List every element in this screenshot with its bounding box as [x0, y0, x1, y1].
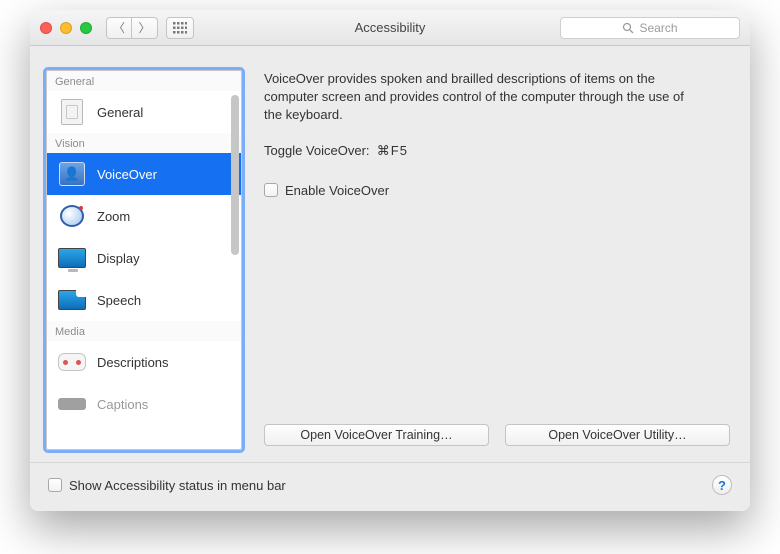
sidebar-item-label: Captions	[97, 397, 148, 412]
sidebar-item-label: General	[97, 105, 143, 120]
sidebar-item-speech[interactable]: Speech	[47, 279, 241, 321]
enable-voiceover-label: Enable VoiceOver	[285, 183, 389, 198]
chevron-right-icon: 〉	[138, 19, 150, 36]
toggle-shortcut: ⌘F5	[377, 143, 408, 158]
grid-icon	[173, 22, 187, 34]
voiceover-icon: 👤	[57, 160, 87, 188]
chevron-left-icon: 〈	[113, 19, 125, 36]
toggle-label: Toggle VoiceOver:	[264, 143, 370, 158]
sidebar-item-label: Descriptions	[97, 355, 169, 370]
search-input[interactable]: Search	[560, 17, 740, 39]
enable-voiceover-row[interactable]: Enable VoiceOver	[264, 183, 730, 198]
toggle-shortcut-line: Toggle VoiceOver: ⌘F5	[264, 143, 730, 159]
sidebar-item-label: Zoom	[97, 209, 130, 224]
show-status-checkbox[interactable]	[48, 478, 62, 492]
show-status-label: Show Accessibility status in menu bar	[69, 478, 286, 493]
speech-icon	[57, 286, 87, 314]
nav-buttons: 〈 〉	[106, 17, 158, 39]
sidebar-section-vision: Vision	[47, 133, 241, 153]
traffic-lights	[40, 22, 92, 34]
zoom-icon	[57, 202, 87, 230]
descriptions-icon	[57, 348, 87, 376]
window: 〈 〉 Accessibility Search General	[30, 10, 750, 511]
sidebar-item-captions[interactable]: Captions	[47, 383, 241, 425]
display-icon	[57, 244, 87, 272]
search-placeholder: Search	[639, 21, 677, 35]
content-area: General General Vision 👤 VoiceOver Zoom …	[30, 46, 750, 462]
sidebar-item-label: Speech	[97, 293, 141, 308]
detail-pane: VoiceOver provides spoken and brailled d…	[260, 70, 734, 450]
minimize-button[interactable]	[60, 22, 72, 34]
general-icon	[57, 98, 87, 126]
back-button[interactable]: 〈	[106, 17, 132, 39]
help-button[interactable]: ?	[712, 475, 732, 495]
forward-button[interactable]: 〉	[132, 17, 158, 39]
show-status-row[interactable]: Show Accessibility status in menu bar	[48, 478, 286, 493]
voiceover-description: VoiceOver provides spoken and brailled d…	[264, 70, 684, 125]
sidebar-item-descriptions[interactable]: Descriptions	[47, 341, 241, 383]
sidebar-item-general[interactable]: General	[47, 91, 241, 133]
enable-voiceover-checkbox[interactable]	[264, 183, 278, 197]
open-training-button[interactable]: Open VoiceOver Training…	[264, 424, 489, 446]
titlebar: 〈 〉 Accessibility Search	[30, 10, 750, 46]
help-icon: ?	[718, 478, 726, 493]
sidebar-item-zoom[interactable]: Zoom	[47, 195, 241, 237]
close-button[interactable]	[40, 22, 52, 34]
captions-icon	[57, 390, 87, 418]
sidebar-item-label: VoiceOver	[97, 167, 157, 182]
sidebar-section-media: Media	[47, 321, 241, 341]
sidebar-scrollbar[interactable]	[231, 95, 239, 255]
open-utility-button[interactable]: Open VoiceOver Utility…	[505, 424, 730, 446]
search-icon	[622, 22, 634, 34]
sidebar-item-voiceover[interactable]: 👤 VoiceOver	[47, 153, 241, 195]
sidebar: General General Vision 👤 VoiceOver Zoom …	[46, 70, 242, 450]
maximize-button[interactable]	[80, 22, 92, 34]
footer: Show Accessibility status in menu bar ?	[30, 462, 750, 511]
sidebar-item-label: Display	[97, 251, 140, 266]
sidebar-item-display[interactable]: Display	[47, 237, 241, 279]
show-all-button[interactable]	[166, 17, 194, 39]
sidebar-section-general: General	[47, 71, 241, 91]
